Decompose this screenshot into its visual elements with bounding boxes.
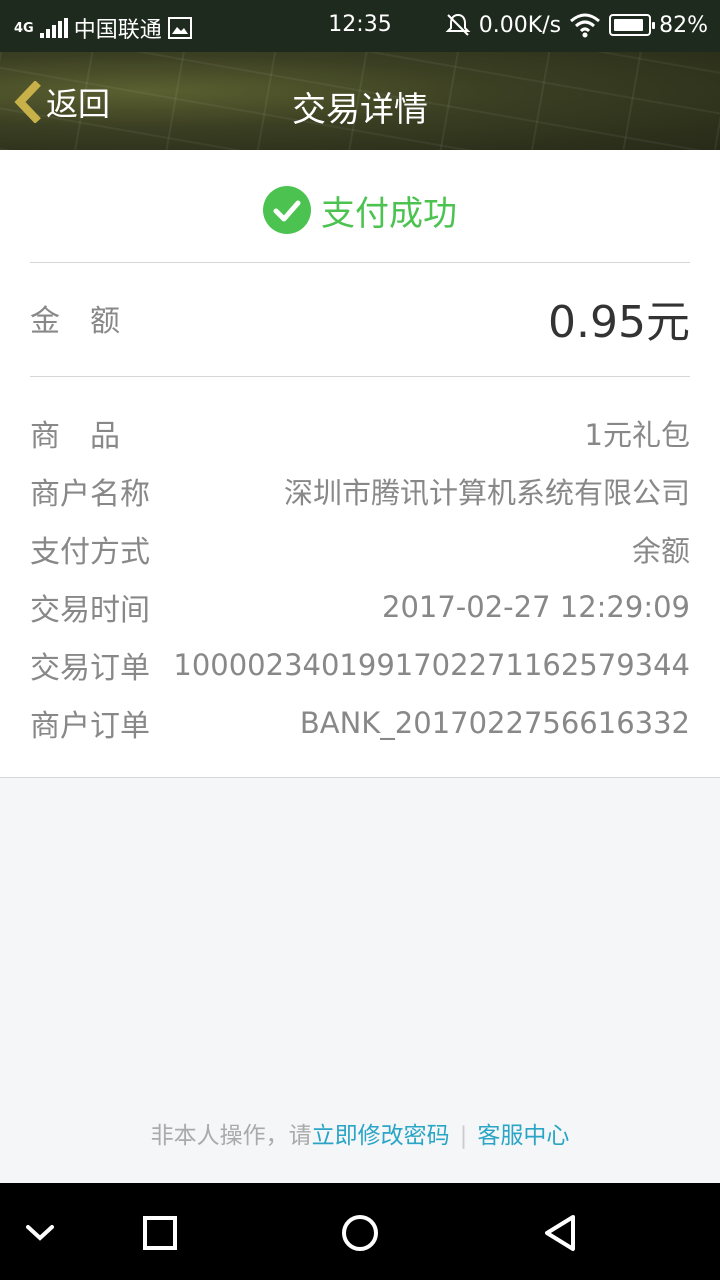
system-nav-bar (0, 1183, 720, 1280)
payment-status: 支付成功 (0, 180, 720, 240)
detail-row-merchant: 商户名称 深圳市腾讯计算机系统有限公司 (30, 462, 690, 520)
detail-label: 交易订单 (30, 651, 150, 686)
status-label: 支付成功 (321, 193, 457, 234)
network-speed: 0.00K/s (478, 12, 562, 38)
amount-row: 金额 0.95元 (30, 288, 690, 348)
status-bar: 4G 中国联通 12:35 0.00K/s 82% (0, 0, 720, 52)
detail-value: 余额 (631, 534, 690, 568)
detail-label: 商户订单 (30, 709, 150, 744)
battery-percent: 82% (659, 12, 708, 38)
transaction-card: 支付成功 金额 0.95元 商 品 1元礼包 商户名称 深圳市腾讯计算机系统有限… (0, 150, 720, 778)
detail-row-transaction-id: 交易订单 100002340199170227116257934​4 (30, 636, 690, 694)
divider (30, 262, 690, 263)
detail-row-product: 商 品 1元礼包 (30, 404, 690, 462)
wifi-icon (570, 13, 601, 38)
detail-value: 深圳市腾讯计算机系统有限公司 (283, 476, 690, 510)
detail-label: 商 品 (30, 419, 120, 454)
back-icon[interactable] (538, 1211, 582, 1255)
detail-value: 1元礼包 (584, 418, 690, 452)
detail-label: 商户名称 (30, 477, 150, 512)
header: 返回 交易详情 (0, 52, 720, 150)
footer-prefix: 非本人操作，请 (150, 1123, 312, 1149)
detail-value: 2017-02-27 12:29:09 (382, 590, 690, 624)
check-circle-icon (263, 186, 311, 234)
home-icon[interactable] (338, 1211, 382, 1255)
amount-value: 0.95元 (548, 297, 690, 348)
chevron-down-icon[interactable] (18, 1211, 62, 1255)
battery-icon (609, 14, 656, 36)
detail-value: 100002340199170227116257934​4 (173, 648, 690, 682)
footer-separator: | (459, 1123, 468, 1149)
detail-value: BANK_2017022756616332 (299, 706, 690, 740)
recent-apps-icon[interactable] (138, 1211, 182, 1255)
amount-label: 金额 (30, 304, 150, 339)
page-title: 交易详情 (292, 90, 428, 130)
customer-service-link[interactable]: 客服中心 (477, 1123, 569, 1149)
detail-label: 支付方式 (30, 535, 150, 570)
detail-label: 交易时间 (30, 593, 150, 628)
footer: 非本人操作，请立即修改密码 | 客服中心 (0, 1116, 720, 1150)
detail-row-merchant-order: 商户订单 BANK_2017022756616332 (30, 694, 690, 752)
mute-icon (445, 13, 471, 36)
divider (30, 376, 690, 377)
change-password-link[interactable]: 立即修改密码 (312, 1123, 450, 1149)
detail-row-time: 交易时间 2017-02-27 12:29:09 (30, 578, 690, 636)
status-right: 0.00K/s 82% (445, 12, 708, 38)
detail-list: 商 品 1元礼包 商户名称 深圳市腾讯计算机系统有限公司 支付方式 余额 交易时… (30, 404, 690, 752)
detail-row-payment-method: 支付方式 余额 (30, 520, 690, 578)
